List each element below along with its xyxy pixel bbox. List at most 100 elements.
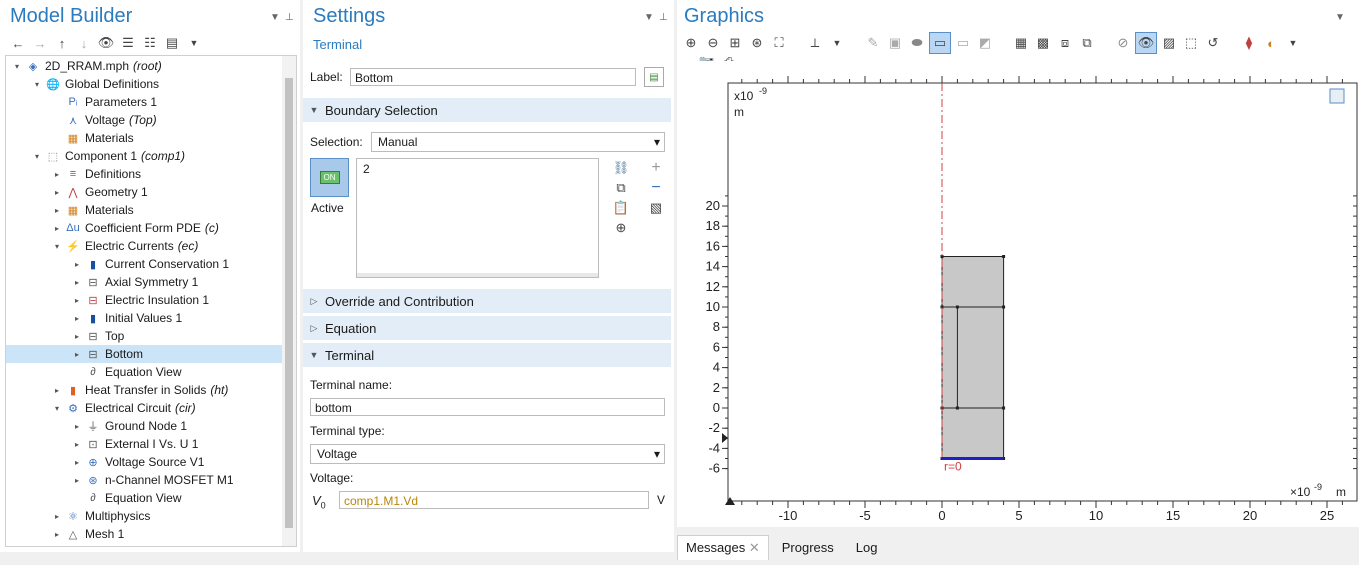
hide-icon[interactable]: ⊘ <box>1113 33 1133 53</box>
zoom-extents-icon[interactable]: ⛶ <box>769 33 789 53</box>
scene-icon[interactable] <box>1329 88 1345 104</box>
graphics-canvas[interactable]: -10 -5 0 5 10 15 20 25 20 18 16 14 12 10 8 6 4 2 0 -2 -4 -6 x1… <box>678 61 1358 527</box>
tree-item[interactable]: ▸ ▮ Heat Transfer in Solids (ht) <box>6 381 282 399</box>
tree-item[interactable]: ▸ ▮ Initial Values 1 <box>6 309 282 327</box>
tab-log[interactable]: Log <box>847 535 887 560</box>
chevron-down-icon[interactable]: ▾ <box>52 242 62 251</box>
geometry-vertex[interactable] <box>1002 255 1006 258</box>
paste-selection-icon[interactable]: 📋 <box>611 198 631 218</box>
geometry-vertex[interactable] <box>1002 305 1006 309</box>
chevron-right-icon[interactable]: ▸ <box>52 530 62 539</box>
tree-item[interactable]: ⋏ Voltage (Top) <box>6 111 282 129</box>
tree-view-icon[interactable]: ▤ <box>162 33 182 53</box>
tree-item[interactable]: ▸ ⊟ Axial Symmetry 1 <box>6 273 282 291</box>
selection-list-item[interactable]: 2 <box>357 159 598 179</box>
chevron-right-icon[interactable]: ▸ <box>52 188 62 197</box>
clear-selection-icon[interactable]: ▧ <box>646 198 666 218</box>
move-down-icon[interactable]: ↓ <box>74 33 94 53</box>
show-icon[interactable]: 👁 <box>96 33 116 53</box>
tree-item[interactable]: ▸ ⊟ Bottom <box>6 345 282 363</box>
tab-progress[interactable]: Progress <box>773 535 843 560</box>
tree-item[interactable]: Pᵢ Parameters 1 <box>6 93 282 111</box>
tree-item[interactable]: ▸ △ Mesh 1 <box>6 525 282 543</box>
geometry-vertex[interactable] <box>1002 406 1006 410</box>
label-field[interactable]: Bottom <box>350 68 636 86</box>
tree-scroll-thumb[interactable] <box>285 78 293 528</box>
tree-item[interactable]: ▦ Materials <box>6 129 282 147</box>
remove-icon[interactable]: − <box>646 178 666 198</box>
expand-all-icon[interactable]: ☷ <box>140 33 160 53</box>
collapse-all-icon[interactable]: ☰ <box>118 33 138 53</box>
tree-scrollbar[interactable] <box>282 56 296 546</box>
chevron-right-icon[interactable]: ▸ <box>72 422 82 431</box>
selection-list-icon[interactable]: ⧉ <box>1077 33 1097 53</box>
chevron-right-icon[interactable]: ▸ <box>72 296 82 305</box>
copy-selection-icon[interactable]: ⧉ <box>611 178 631 198</box>
equation-section-header[interactable]: ▷ Equation <box>303 316 671 340</box>
zoom-out-icon[interactable]: ⊖ <box>703 33 723 53</box>
override-section-header[interactable]: ▷ Override and Contribution <box>303 289 671 313</box>
zoom-selected-icon[interactable]: ⊛ <box>747 33 767 53</box>
chevron-right-icon[interactable]: ▸ <box>72 314 82 323</box>
chevron-down-icon[interactable]: ▼ <box>1283 33 1303 53</box>
tree-item[interactable]: ▸ Δu Coefficient Form PDE (c) <box>6 219 282 237</box>
tab-messages[interactable]: Messages ✕ <box>677 535 769 560</box>
clear-selection-icon[interactable]: ▩ <box>1033 33 1053 53</box>
select-all-icon[interactable]: ▦ <box>1011 33 1031 53</box>
select-domain-solid-icon[interactable]: ⬬ <box>907 33 927 53</box>
select-point-icon[interactable]: ◩ <box>975 33 995 53</box>
select-tool-icon[interactable]: ⛓ <box>611 158 631 178</box>
panel-menu-icon[interactable]: ▼ <box>1335 12 1345 23</box>
label-edit-icon[interactable]: ▤ <box>644 67 664 87</box>
geometry-vertex[interactable] <box>955 305 959 309</box>
geometry-vertex[interactable] <box>955 406 959 410</box>
chevron-right-icon[interactable]: ▸ <box>72 440 82 449</box>
tree-item[interactable]: ▾ ⚙ Electrical Circuit (cir) <box>6 399 282 417</box>
chevron-down-icon[interactable]: ▾ <box>32 152 42 161</box>
tree-item[interactable]: ▸ ⊟ Top <box>6 327 282 345</box>
show-hidden-icon[interactable]: 👁 <box>1135 32 1157 54</box>
wireframe-icon[interactable]: ⬚ <box>1181 33 1201 53</box>
chevron-right-icon[interactable]: ▸ <box>72 350 82 359</box>
chevron-down-icon[interactable]: ▼ <box>827 33 847 53</box>
chevron-right-icon[interactable]: ▸ <box>52 224 62 233</box>
tree-item[interactable]: ∂ Equation View <box>6 489 282 507</box>
geometry-domain[interactable] <box>941 256 1005 459</box>
boundary-selection-header[interactable]: ▼ Boundary Selection <box>303 98 671 122</box>
geometry-plot[interactable]: -10 -5 0 5 10 15 20 2520181614121086420-2-4-6x1… <box>678 61 1358 527</box>
chevron-right-icon[interactable]: ▸ <box>52 386 62 395</box>
tree-item[interactable]: ▾ ⬚ Component 1 (comp1) <box>6 147 282 165</box>
tree-item[interactable]: ▸ ▮ Current Conservation 1 <box>6 255 282 273</box>
tree-item[interactable]: ▸ ⚛ Multiphysics <box>6 507 282 525</box>
invert-selection-icon[interactable]: ⧈ <box>1055 33 1075 53</box>
selection-dropdown[interactable]: Manual <box>371 132 665 152</box>
chevron-right-icon[interactable]: ▸ <box>72 278 82 287</box>
terminal-name-field[interactable]: bottom <box>310 398 665 416</box>
chevron-down-icon[interactable]: ▾ <box>52 404 62 413</box>
tree-item[interactable]: ∂ Equation View <box>6 363 282 381</box>
terminal-type-dropdown[interactable]: Voltage <box>310 444 665 464</box>
pin-icon[interactable]: ⊥ <box>659 12 668 23</box>
tree-item[interactable]: ▸ ▦ Materials <box>6 201 282 219</box>
voltage-field[interactable]: comp1.M1.Vd <box>339 491 649 509</box>
tree-item[interactable]: ▸ ⏚ Ground Node 1 <box>6 417 282 435</box>
select-edge-icon[interactable]: ▭ <box>953 33 973 53</box>
chevron-right-icon[interactable]: ▸ <box>72 458 82 467</box>
selection-list[interactable]: 2 <box>356 158 599 278</box>
reset-view-icon[interactable]: ↺ <box>1203 33 1223 53</box>
tree-item[interactable]: ▸ ⊟ Electric Insulation 1 <box>6 291 282 309</box>
tree-item[interactable]: ▾ ◈ 2D_RRAM.mph (root) <box>6 57 282 75</box>
select-boundary-icon[interactable]: ▭ <box>929 32 951 54</box>
pin-icon[interactable]: ⊥ <box>285 12 294 23</box>
close-icon[interactable]: ✕ <box>745 540 760 555</box>
chevron-right-icon[interactable]: ▸ <box>72 260 82 269</box>
transparency-icon[interactable]: ▨ <box>1159 33 1179 53</box>
chevron-down-icon[interactable]: ▾ <box>32 80 42 89</box>
chevron-right-icon[interactable]: ▸ <box>52 512 62 521</box>
back-arrow-icon[interactable]: ← <box>8 33 28 53</box>
chevron-right-icon[interactable]: ▸ <box>72 476 82 485</box>
panel-menu-icon[interactable]: ▼ <box>644 12 654 23</box>
tree-item[interactable]: ▸ ⊡ External I Vs. U 1 <box>6 435 282 453</box>
add-icon[interactable]: + <box>646 158 666 178</box>
build-all-icon[interactable]: ⧫ <box>1239 33 1259 53</box>
